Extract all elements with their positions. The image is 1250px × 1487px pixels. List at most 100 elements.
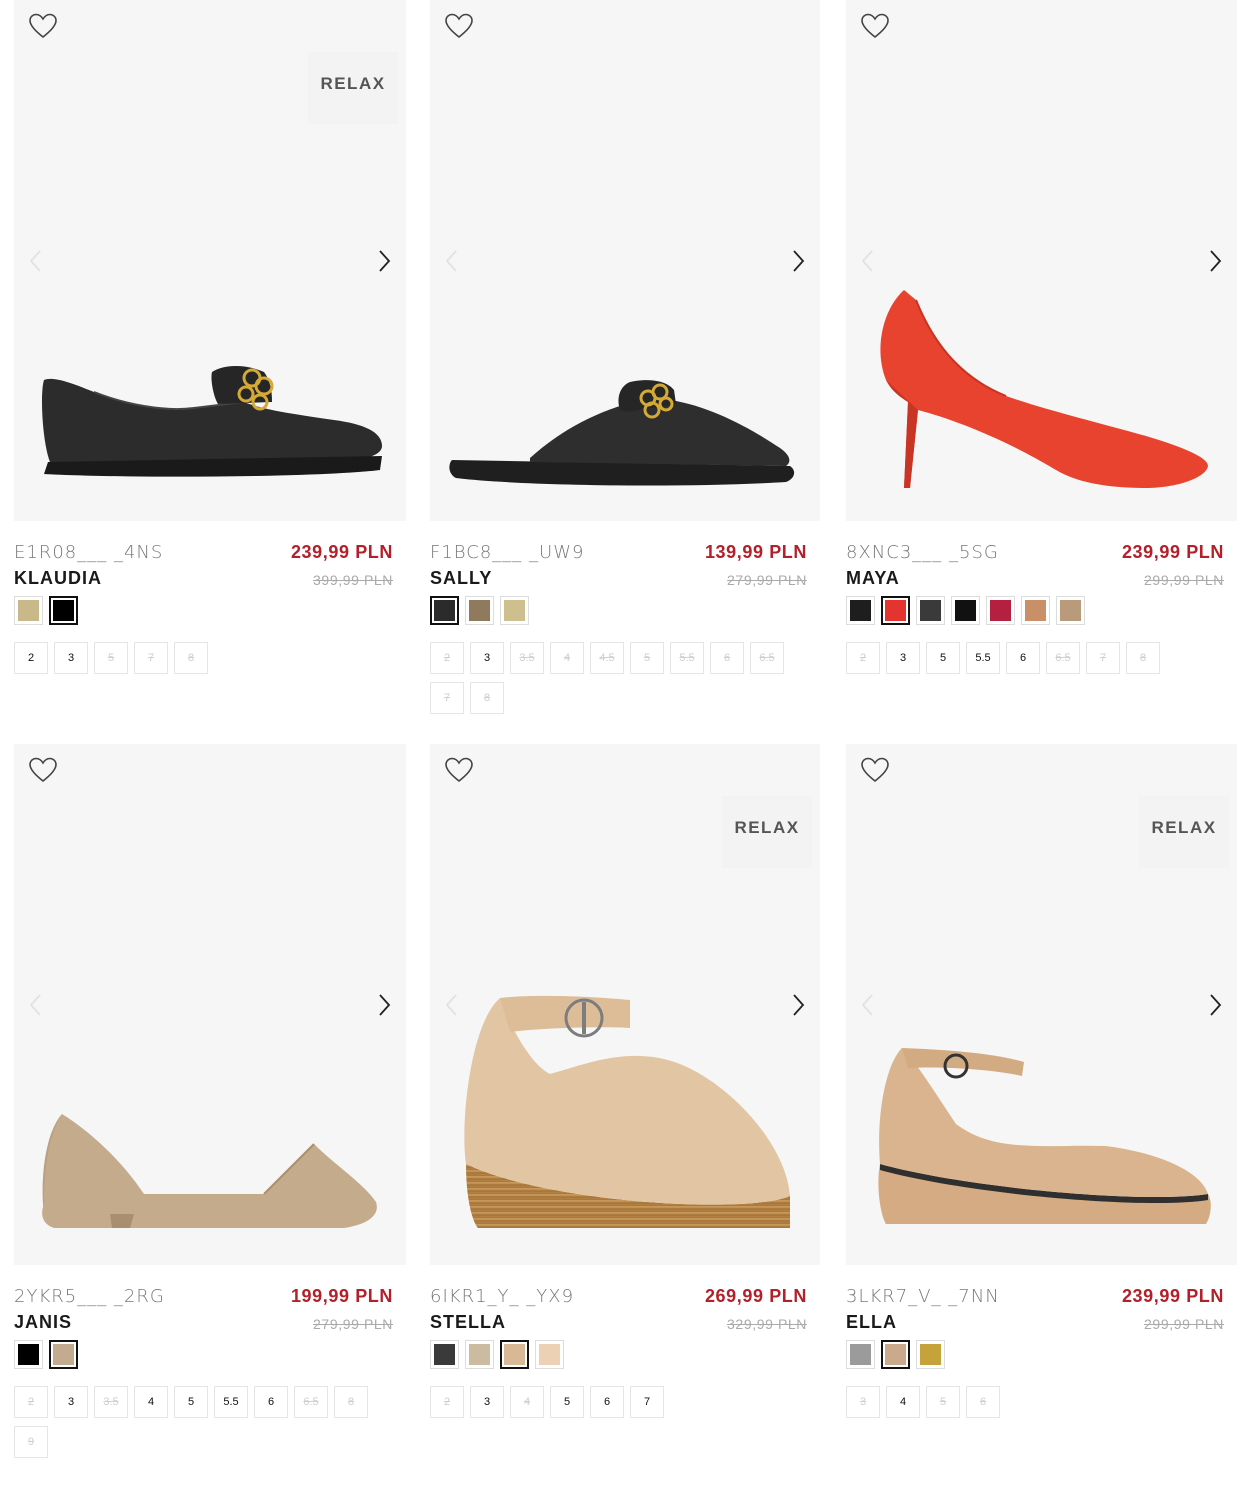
- product-image[interactable]: [14, 744, 406, 1265]
- product-old-price: 299,99 PLN: [1144, 1316, 1224, 1332]
- color-swatch[interactable]: [1021, 596, 1050, 625]
- color-swatch[interactable]: [1056, 596, 1085, 625]
- size-option[interactable]: 5: [550, 1386, 584, 1418]
- product-card[interactable]: RELAX E1R08___ _4NS 239,99 PLN 399,99 PL…: [14, 0, 406, 674]
- size-option: 2: [14, 1386, 48, 1418]
- product-sku: 3LKR7_V_ _7NN: [846, 1286, 1000, 1307]
- wishlist-heart-icon[interactable]: [860, 756, 890, 784]
- product-old-price: 329,99 PLN: [727, 1316, 807, 1332]
- wishlist-heart-icon[interactable]: [444, 756, 474, 784]
- size-option[interactable]: 3: [54, 1386, 88, 1418]
- product-image-area[interactable]: RELAX: [14, 0, 406, 521]
- color-swatch[interactable]: [846, 596, 875, 625]
- prev-image-arrow-icon[interactable]: [442, 991, 462, 1019]
- product-card[interactable]: 2YKR5___ _2RG 199,99 PLN 279,99 PLN JANI…: [14, 744, 406, 1458]
- next-image-arrow-icon[interactable]: [1205, 991, 1225, 1019]
- prev-image-arrow-icon[interactable]: [26, 991, 46, 1019]
- size-option: 5: [94, 642, 128, 674]
- size-option[interactable]: 6: [590, 1386, 624, 1418]
- product-old-price: 279,99 PLN: [727, 572, 807, 588]
- product-name[interactable]: ELLA: [846, 1312, 897, 1333]
- next-image-arrow-icon[interactable]: [788, 991, 808, 1019]
- size-option[interactable]: 3: [470, 1386, 504, 1418]
- product-name[interactable]: STELLA: [430, 1312, 506, 1333]
- color-swatch[interactable]: [465, 1340, 494, 1369]
- relax-badge: RELAX: [722, 796, 812, 868]
- size-option[interactable]: 3: [470, 642, 504, 674]
- size-option[interactable]: 5: [174, 1386, 208, 1418]
- size-option[interactable]: 3: [886, 642, 920, 674]
- size-option[interactable]: 5.5: [966, 642, 1000, 674]
- color-swatch[interactable]: [916, 1340, 945, 1369]
- next-image-arrow-icon[interactable]: [1205, 247, 1225, 275]
- size-option[interactable]: 4: [886, 1386, 920, 1418]
- size-option: 8: [174, 642, 208, 674]
- color-swatch[interactable]: [14, 1340, 43, 1369]
- product-name[interactable]: KLAUDIA: [14, 568, 102, 589]
- color-swatch[interactable]: [430, 1340, 459, 1369]
- color-swatch-fill: [18, 600, 39, 621]
- size-option: 8: [470, 682, 504, 714]
- product-card[interactable]: 8XNC3___ _5SG 239,99 PLN 299,99 PLN MAYA…: [846, 0, 1237, 674]
- color-swatch[interactable]: [49, 596, 78, 625]
- product-image-area[interactable]: RELAX: [430, 744, 820, 1265]
- size-option[interactable]: 6: [1006, 642, 1040, 674]
- color-swatch[interactable]: [986, 596, 1015, 625]
- size-option[interactable]: 3: [54, 642, 88, 674]
- prev-image-arrow-icon[interactable]: [858, 991, 878, 1019]
- size-option[interactable]: 2: [14, 642, 48, 674]
- size-option[interactable]: 5: [926, 642, 960, 674]
- color-swatch-fill: [504, 1344, 525, 1365]
- product-image-area[interactable]: [14, 744, 406, 1265]
- color-swatch[interactable]: [881, 596, 910, 625]
- color-swatch-fill: [1060, 600, 1081, 621]
- next-image-arrow-icon[interactable]: [788, 247, 808, 275]
- prev-image-arrow-icon[interactable]: [26, 247, 46, 275]
- wishlist-heart-icon[interactable]: [860, 12, 890, 40]
- size-options: 23578: [14, 642, 406, 674]
- color-swatch[interactable]: [500, 1340, 529, 1369]
- next-image-arrow-icon[interactable]: [374, 247, 394, 275]
- color-swatch[interactable]: [881, 1340, 910, 1369]
- prev-image-arrow-icon[interactable]: [858, 247, 878, 275]
- size-option[interactable]: 4: [134, 1386, 168, 1418]
- color-swatch[interactable]: [500, 596, 529, 625]
- color-swatch[interactable]: [535, 1340, 564, 1369]
- product-image-area[interactable]: [430, 0, 820, 521]
- color-swatch-fill: [504, 600, 525, 621]
- color-swatch[interactable]: [951, 596, 980, 625]
- size-option: 6.5: [294, 1386, 328, 1418]
- color-swatch[interactable]: [14, 596, 43, 625]
- product-card[interactable]: RELAX 3LKR7_V_ _7NN 239,99 PLN 299,99 PL…: [846, 744, 1237, 1418]
- size-option: 6: [710, 642, 744, 674]
- product-price: 199,99 PLN: [290, 1286, 393, 1306]
- product-name[interactable]: MAYA: [846, 568, 900, 589]
- color-swatches: [846, 1340, 945, 1369]
- product-image[interactable]: [430, 0, 820, 521]
- size-option[interactable]: 7: [630, 1386, 664, 1418]
- color-swatch[interactable]: [916, 596, 945, 625]
- product-image-area[interactable]: RELAX: [846, 744, 1237, 1265]
- color-swatch-fill: [1025, 600, 1046, 621]
- product-name[interactable]: JANIS: [14, 1312, 72, 1333]
- prev-image-arrow-icon[interactable]: [442, 247, 462, 275]
- size-option[interactable]: 5.5: [214, 1386, 248, 1418]
- wishlist-heart-icon[interactable]: [28, 12, 58, 40]
- next-image-arrow-icon[interactable]: [374, 991, 394, 1019]
- product-image-area[interactable]: [846, 0, 1237, 521]
- relax-badge: RELAX: [308, 52, 398, 124]
- product-card[interactable]: F1BC8___ _UW9 139,99 PLN 279,99 PLN SALL…: [430, 0, 820, 714]
- product-image[interactable]: [846, 0, 1237, 521]
- color-swatch[interactable]: [49, 1340, 78, 1369]
- color-swatch-fill: [850, 600, 871, 621]
- product-card[interactable]: RELAX 6IKR1_Y_ _YX9 269,99 PLN 329,99 PL…: [430, 744, 820, 1418]
- product-price: 239,99 PLN: [1121, 542, 1224, 562]
- color-swatch[interactable]: [465, 596, 494, 625]
- product-name[interactable]: SALLY: [430, 568, 492, 589]
- size-option[interactable]: 6: [254, 1386, 288, 1418]
- color-swatch-fill: [990, 600, 1011, 621]
- wishlist-heart-icon[interactable]: [28, 756, 58, 784]
- color-swatch[interactable]: [846, 1340, 875, 1369]
- wishlist-heart-icon[interactable]: [444, 12, 474, 40]
- color-swatch[interactable]: [430, 596, 459, 625]
